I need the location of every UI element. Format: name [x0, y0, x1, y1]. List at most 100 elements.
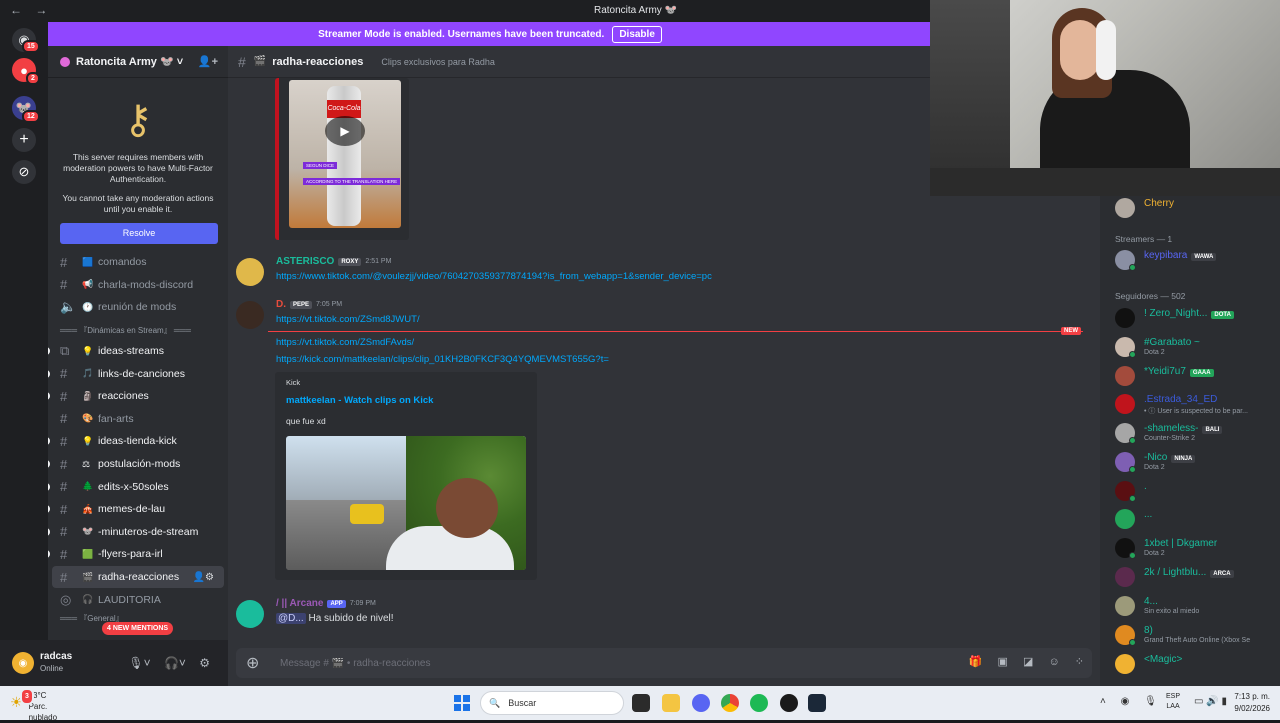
sticker-icon[interactable]: ◪: [1023, 656, 1033, 668]
author-name[interactable]: / || Arcane: [276, 598, 323, 609]
member-item[interactable]: 8) Grand Theft Auto Online (Xbox Se: [1115, 625, 1280, 651]
avatar: [1115, 509, 1135, 529]
add-attachment-icon[interactable]: ⊕: [246, 653, 266, 673]
language-indicator[interactable]: ESP LAA: [1166, 692, 1180, 712]
member-item[interactable]: *Yeidi7u7 GAAA: [1115, 366, 1280, 392]
channel-comandos[interactable]: # 🟦 comandos: [48, 251, 228, 274]
embed-title[interactable]: mattkeelan - Watch clips on Kick: [286, 395, 433, 406]
resolve-button[interactable]: Resolve: [60, 223, 218, 244]
message-input[interactable]: [280, 657, 880, 669]
bottle-image: Coca-Cola: [327, 86, 361, 226]
embed-image[interactable]: [286, 436, 526, 570]
channel-topic[interactable]: Clips exclusivos para Radha: [381, 57, 495, 67]
chrome-icon[interactable]: [721, 694, 739, 712]
channel-settings-icon[interactable]: 👤⚙: [193, 572, 214, 583]
webcam-overlay: [930, 0, 1280, 196]
channel-radha-reacciones[interactable]: # 🎬 radha-reacciones 👤⚙: [52, 565, 224, 589]
member-item[interactable]: .Estrada_34_ED • ⓘ User is suspected to …: [1115, 394, 1280, 420]
apps-icon[interactable]: ⁘: [1075, 656, 1084, 668]
channel-ideas-tienda-kick[interactable]: # 💡 ideas-tienda-kick: [48, 430, 228, 453]
channel-reacciones[interactable]: # 🗿 reacciones: [48, 385, 228, 408]
message-link[interactable]: https://www.tiktok.com/@voulezjj/video/7…: [276, 271, 712, 282]
message-link[interactable]: https://kick.com/mattkeelan/clips/clip_0…: [276, 354, 609, 365]
clock[interactable]: 7:13 p. m. 9/02/2026: [1234, 691, 1270, 715]
channel-flyers-para-irl[interactable]: # 🟩 -flyers-para-irl: [48, 543, 228, 566]
category-dinamicas[interactable]: ═══ 『Dinámicas en Stream』 ═══: [48, 319, 228, 340]
disable-button[interactable]: Disable: [612, 25, 662, 43]
gift-icon[interactable]: 🎁: [969, 656, 983, 668]
obs-icon[interactable]: [780, 694, 798, 712]
channel-reunion-de-mods[interactable]: 🔈 🕐 reunión de mods: [48, 296, 228, 319]
discover-icon[interactable]: ⊘: [12, 160, 36, 184]
member-item[interactable]: #Garabato ~ Dota 2: [1115, 337, 1280, 363]
message-link[interactable]: https://vt.tiktok.com/ZSmd8JWUT/: [276, 314, 420, 325]
video-thumbnail[interactable]: Coca-Cola ▶ SEGUN DICE ACCORDING TO THE …: [289, 80, 401, 228]
server-badge-2: 12: [22, 110, 40, 123]
member-item[interactable]: keypibara WAWA: [1115, 250, 1280, 276]
emoji-icon[interactable]: ☺: [1048, 656, 1059, 668]
user-mention[interactable]: @D...: [276, 613, 306, 624]
network-icon[interactable]: ▭ 🔊 ▮: [1194, 696, 1227, 707]
window-title: Ratoncita Army 🐭: [594, 5, 678, 16]
avatar[interactable]: [236, 301, 264, 329]
member-item[interactable]: <Magic>: [1115, 654, 1280, 680]
file-explorer-icon[interactable]: [662, 694, 680, 712]
channel-ideas-streams[interactable]: ⧉ 💡 ideas-streams: [48, 340, 228, 363]
author-name[interactable]: ASTERISCO: [276, 256, 334, 267]
member-item[interactable]: -Nico NINJA Dota 2: [1115, 452, 1280, 478]
steam-icon[interactable]: [808, 694, 826, 712]
member-name: ...: [1144, 509, 1153, 520]
back-arrow-icon[interactable]: ←: [10, 3, 22, 17]
member-item[interactable]: Cherry: [1115, 198, 1280, 224]
microphone-tray-icon[interactable]: 🎙: [1144, 696, 1157, 707]
video-embed[interactable]: Coca-Cola ▶ SEGUN DICE ACCORDING TO THE …: [275, 78, 409, 240]
settings-gear-icon[interactable]: ⚙: [199, 656, 210, 670]
nav-arrows: ← →: [10, 3, 57, 17]
author-name[interactable]: D.: [276, 299, 286, 310]
channel-memes-de-lau[interactable]: # 🎪 memes-de-lau: [48, 498, 228, 521]
invite-people-icon[interactable]: 👤+: [198, 55, 218, 68]
member-name: .Estrada_34_ED: [1144, 394, 1218, 405]
channel-label: radha-reacciones: [98, 571, 180, 584]
add-server-icon[interactable]: +: [12, 128, 36, 152]
forward-arrow-icon[interactable]: →: [35, 3, 47, 17]
channel-minuteros-de-stream[interactable]: # 🐭 -minuteros-de-stream: [48, 521, 228, 544]
channel-lauditoria[interactable]: ◎ 🎧 LAUDITORIA: [48, 588, 228, 611]
member-item[interactable]: 4... Sin exito al miedo: [1115, 596, 1280, 622]
tray-app-icon[interactable]: ◉: [1121, 696, 1130, 707]
server-header[interactable]: Ratoncita Army 🐭 ˅ 👤+: [48, 46, 228, 78]
avatar[interactable]: ◉: [12, 652, 34, 674]
spotify-icon[interactable]: [750, 694, 768, 712]
channel-fan-arts[interactable]: # 🎨 fan-arts: [48, 408, 228, 431]
gif-icon[interactable]: ▣: [998, 656, 1008, 668]
member-item[interactable]: ! Zero_Night... DOTA: [1115, 308, 1280, 334]
new-mentions-pill[interactable]: 4 NEW MENTIONS: [102, 622, 174, 635]
member-item[interactable]: 1xbet | Dkgamer Dota 2: [1115, 538, 1280, 564]
weather-widget[interactable]: ☀ 3 23°C Parc. nublado: [10, 688, 59, 723]
member-item[interactable]: ...: [1115, 509, 1280, 535]
task-view-icon[interactable]: [632, 694, 650, 712]
channel-charla-mods-discord[interactable]: # 📢 charla-mods-discord: [48, 274, 228, 297]
bot-avatar[interactable]: [236, 600, 264, 628]
member-item[interactable]: .: [1115, 481, 1280, 507]
headphones-icon[interactable]: 🎧˅: [164, 656, 186, 670]
online-status-icon: [1129, 466, 1136, 473]
discord-app-icon[interactable]: [692, 694, 710, 712]
channel-links-de-canciones[interactable]: # 🎵 links-de-canciones: [48, 362, 228, 385]
channel-edits-x-50soles[interactable]: # 🌲 edits-x-50soles: [48, 475, 228, 498]
message-link[interactable]: https://vt.tiktok.com/ZSmdFAvds/: [276, 337, 414, 348]
channel-label: LAUDITORIA: [98, 593, 161, 606]
unread-indicator: [48, 482, 50, 491]
microphone-icon[interactable]: 🎙˅: [128, 656, 150, 670]
channel-postulacion-mods[interactable]: # ⚖ postulación-mods: [48, 453, 228, 476]
member-item[interactable]: 2k / Lightblu... ARCA: [1115, 567, 1280, 593]
play-icon[interactable]: ▶: [325, 116, 365, 146]
member-list: Cherry Streamers — 1 keypibara WAWA Segui…: [1100, 196, 1280, 686]
embed-provider[interactable]: Kick: [286, 378, 300, 387]
avatar[interactable]: [236, 258, 264, 286]
chevron-up-icon[interactable]: ˄: [1100, 696, 1106, 707]
taskbar-search[interactable]: 🔍 Buscar: [480, 691, 624, 715]
windows-start-icon[interactable]: [454, 695, 470, 711]
user-info[interactable]: radcas Online: [40, 651, 72, 675]
member-item[interactable]: -shameless- BALI Counter-Strike 2: [1115, 423, 1280, 449]
